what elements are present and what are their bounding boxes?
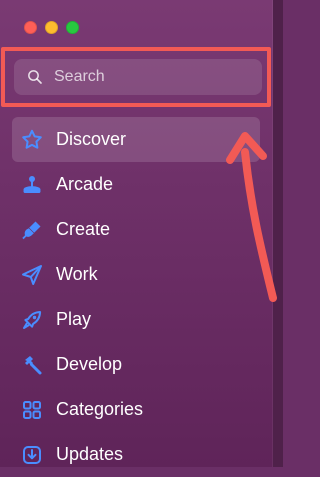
sidebar-item-updates[interactable]: Updates bbox=[12, 432, 260, 477]
paintbrush-icon bbox=[20, 218, 44, 242]
minimize-window-button[interactable] bbox=[45, 21, 58, 34]
sidebar-item-categories[interactable]: Categories bbox=[12, 387, 260, 432]
sidebar-item-label: Play bbox=[56, 309, 92, 329]
rocket-icon bbox=[20, 308, 44, 332]
sidebar-item-label: Work bbox=[56, 264, 98, 284]
sidebar-item-label: Create bbox=[56, 219, 111, 239]
hammer-icon bbox=[20, 353, 44, 377]
sidebar-item-label: Categories bbox=[56, 399, 144, 419]
joystick-icon bbox=[20, 173, 44, 197]
search-icon bbox=[28, 70, 42, 84]
annotation-arrow bbox=[226, 132, 277, 302]
window-controls bbox=[24, 21, 79, 34]
download-box-icon bbox=[20, 443, 44, 467]
paper-plane-icon bbox=[20, 263, 44, 287]
sidebar-item-label: Discover bbox=[56, 129, 127, 149]
search-input[interactable] bbox=[54, 68, 234, 86]
sidebar-item-label: Develop bbox=[56, 354, 123, 374]
sidebar-item-label: Updates bbox=[56, 444, 124, 464]
grid-icon bbox=[20, 398, 44, 422]
sidebar-item-label: Arcade bbox=[56, 174, 114, 194]
star-icon bbox=[20, 128, 44, 152]
close-window-button[interactable] bbox=[24, 21, 37, 34]
search-field[interactable] bbox=[14, 59, 262, 95]
sidebar-item-develop[interactable]: Develop bbox=[12, 342, 260, 387]
zoom-window-button[interactable] bbox=[66, 21, 79, 34]
